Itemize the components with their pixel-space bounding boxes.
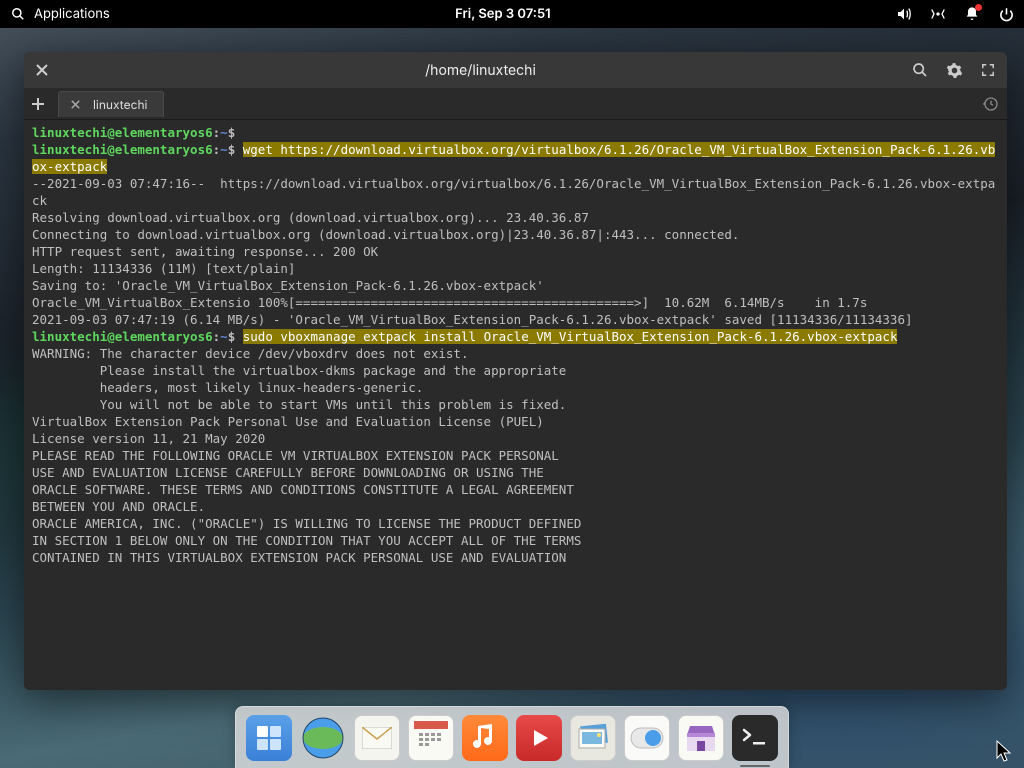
new-tab-button[interactable] [24,90,52,118]
dock-store[interactable] [678,715,724,761]
window-close-button[interactable] [32,60,52,80]
network-icon[interactable] [930,6,946,22]
tab-bar: linuxtechi [24,88,1007,120]
terminal-tab[interactable]: linuxtechi [58,91,164,117]
tab-label: linuxtechi [93,97,147,112]
history-button[interactable] [975,96,1007,112]
dock-calendar[interactable] [408,715,454,761]
mouse-cursor [996,740,1014,764]
clock[interactable]: Fri, Sep 3 07:51 [110,6,896,22]
terminal-output[interactable]: linuxtechi@elementaryos6:~$ linuxtechi@e… [24,120,1007,690]
applications-menu[interactable]: Applications [10,6,110,22]
dock-settings[interactable] [624,715,670,761]
dock-multitask[interactable] [246,715,292,761]
search-button[interactable] [909,59,931,81]
notifications-icon[interactable] [964,6,980,22]
dock-web[interactable] [300,715,346,761]
applications-label: Applications [34,6,110,22]
maximize-button[interactable] [977,59,999,81]
settings-button[interactable] [943,59,965,81]
terminal-window: /home/linuxtechi linuxtechi linuxtech [24,52,1007,690]
dock-music[interactable] [462,715,508,761]
search-icon [10,6,26,22]
dock [235,706,789,768]
volume-icon[interactable] [896,6,912,22]
top-panel: Applications Fri, Sep 3 07:51 [0,0,1024,28]
dock-video[interactable] [516,715,562,761]
power-icon[interactable] [998,6,1014,22]
window-title: /home/linuxtechi [52,62,909,79]
dock-terminal[interactable] [732,715,778,761]
dock-mail[interactable] [354,715,400,761]
window-titlebar[interactable]: /home/linuxtechi [24,52,1007,88]
tab-close-button[interactable] [67,96,83,112]
dock-photos[interactable] [570,715,616,761]
